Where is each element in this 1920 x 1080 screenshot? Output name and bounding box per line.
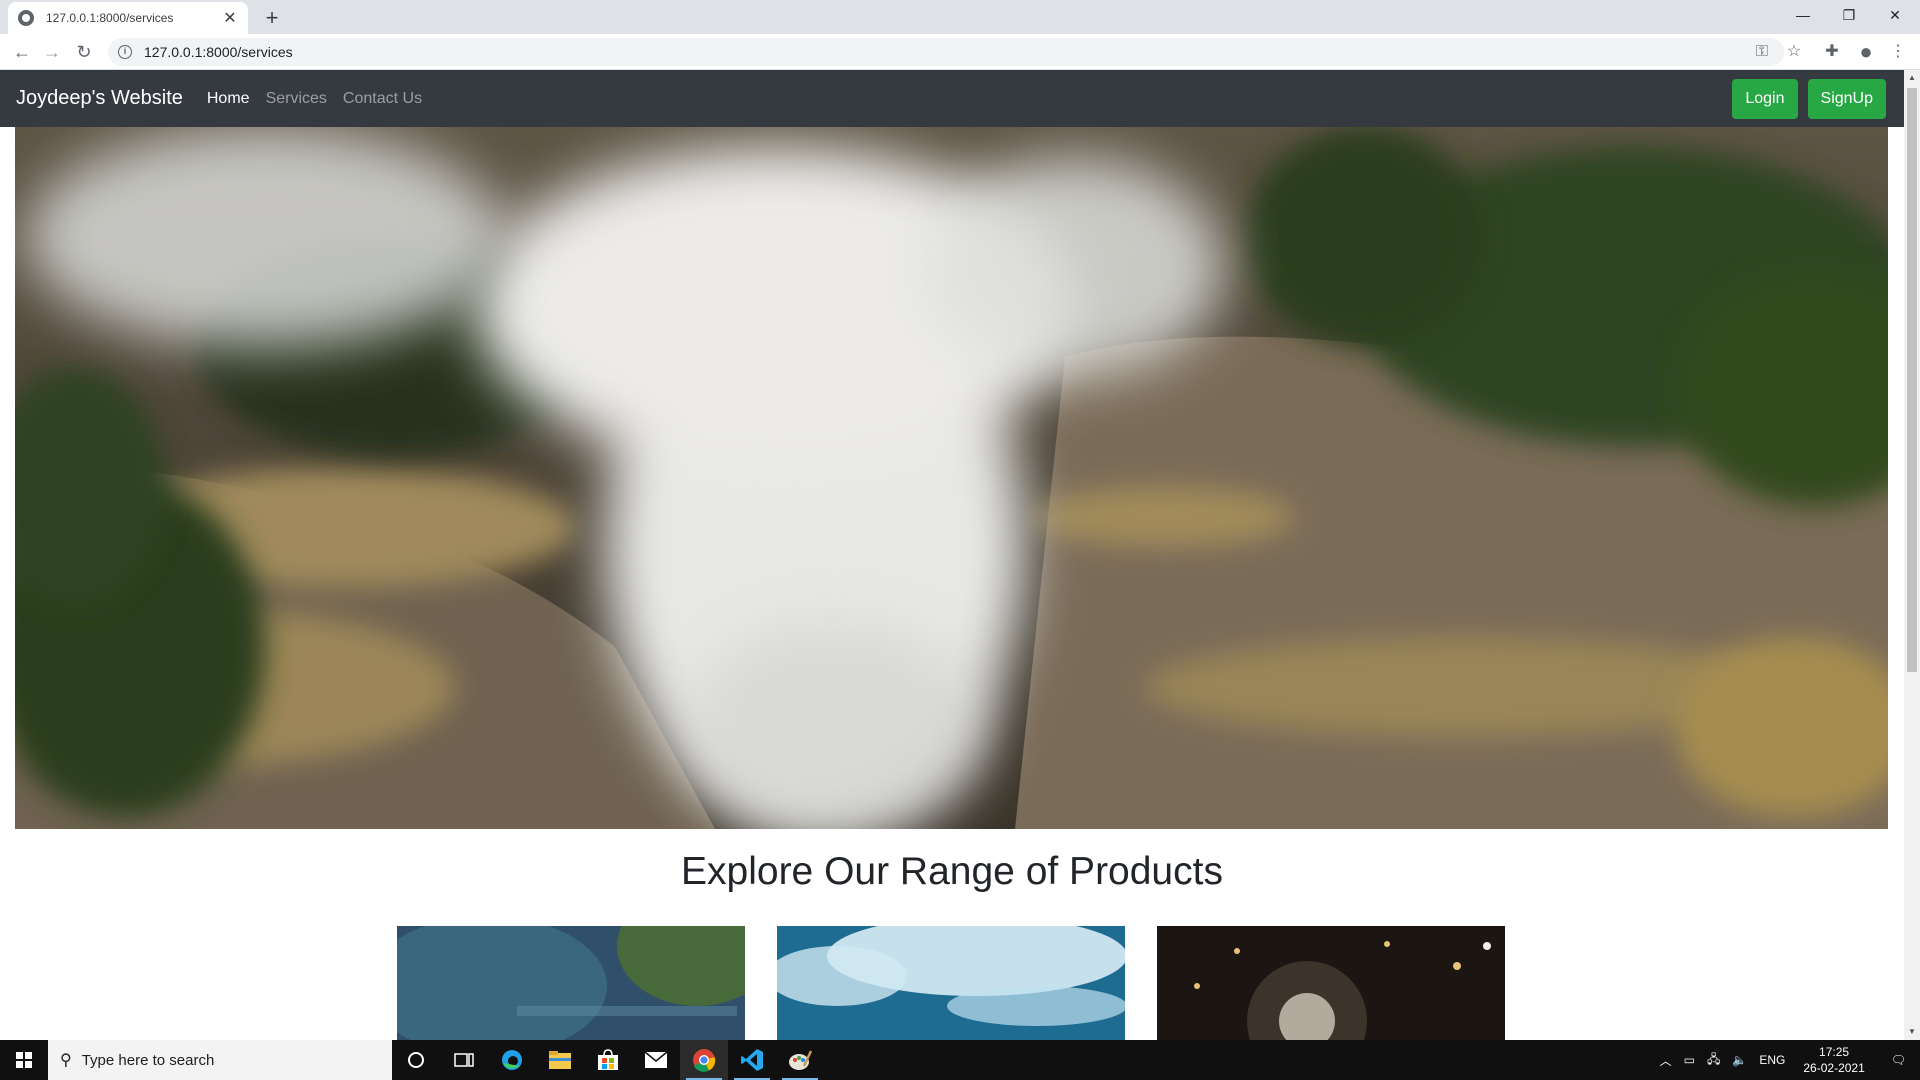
- globe-icon: [18, 10, 34, 26]
- tab-title: 127.0.0.1:8000/services: [46, 11, 174, 25]
- chevron-up-icon[interactable]: ︿: [1654, 1052, 1678, 1069]
- site-brand[interactable]: Joydeep's Website: [16, 87, 183, 110]
- products-heading: Explore Our Range of Products: [681, 850, 1223, 893]
- hero-image: [15, 127, 1888, 829]
- close-tab-icon[interactable]: ✕: [222, 8, 238, 28]
- battery-icon[interactable]: ▭: [1678, 1053, 1701, 1067]
- volume-icon[interactable]: 🔈: [1726, 1053, 1753, 1067]
- network-icon[interactable]: 🖧: [1701, 1050, 1726, 1071]
- start-button[interactable]: [0, 1040, 48, 1080]
- edge-icon[interactable]: [488, 1040, 536, 1080]
- site-navbar: Joydeep's Website Home Services Contact …: [0, 70, 1904, 127]
- address-bar[interactable]: i 127.0.0.1:8000/services: [108, 38, 1784, 66]
- clock-time: 17:25: [1819, 1045, 1850, 1059]
- search-placeholder: Type here to search: [81, 1051, 215, 1069]
- extensions-icon[interactable]: ✚: [1818, 38, 1846, 66]
- scrollbar-thumb[interactable]: [1907, 88, 1917, 672]
- system-tray: ︿ ▭ 🖧 🔈 ENG 17:25 26-02-2021 🗨: [1654, 1040, 1920, 1080]
- chrome-icon[interactable]: [680, 1040, 728, 1080]
- close-window-button[interactable]: ✕: [1872, 0, 1918, 30]
- restore-button[interactable]: ❐: [1826, 0, 1872, 30]
- auth-buttons: Login SignUp: [1732, 79, 1886, 119]
- windows-taskbar: ⚲ Type here to search ︿ ▭ 🖧 🔈 ENG 17:25 …: [0, 1040, 1920, 1080]
- scroll-up-icon[interactable]: ▲: [1904, 70, 1920, 86]
- nav-home[interactable]: Home: [207, 90, 250, 108]
- clock-date: 26-02-2021: [1803, 1061, 1865, 1075]
- profile-icon[interactable]: ●: [1852, 38, 1880, 66]
- back-icon[interactable]: ←: [8, 38, 36, 66]
- taskbar-search[interactable]: ⚲ Type here to search: [48, 1040, 392, 1080]
- task-view-icon[interactable]: [440, 1040, 488, 1080]
- vscode-icon[interactable]: [728, 1040, 776, 1080]
- key-icon[interactable]: ⚿: [1748, 38, 1776, 66]
- product-image-3[interactable]: [1157, 926, 1505, 1040]
- cortana-icon[interactable]: [392, 1040, 440, 1080]
- product-image-1[interactable]: [397, 926, 745, 1040]
- forward-icon[interactable]: →: [38, 38, 66, 66]
- star-icon[interactable]: ☆: [1780, 38, 1808, 66]
- browser-toolbar: ← → ↻ i 127.0.0.1:8000/services ⚿ ☆ ✚ ● …: [0, 34, 1920, 70]
- file-explorer-icon[interactable]: [536, 1040, 584, 1080]
- mail-icon[interactable]: [632, 1040, 680, 1080]
- login-button[interactable]: Login: [1732, 79, 1798, 119]
- signup-button[interactable]: SignUp: [1807, 79, 1886, 119]
- browser-tab[interactable]: 127.0.0.1:8000/services ✕: [8, 2, 248, 34]
- store-icon[interactable]: [584, 1040, 632, 1080]
- paint-icon[interactable]: [776, 1040, 824, 1080]
- reload-icon[interactable]: ↻: [70, 38, 98, 66]
- info-icon[interactable]: i: [118, 45, 132, 59]
- nav-contact-us[interactable]: Contact Us: [343, 90, 422, 108]
- menu-icon[interactable]: ⋮: [1884, 38, 1912, 66]
- address-url[interactable]: 127.0.0.1:8000/services: [144, 44, 293, 60]
- language-indicator[interactable]: ENG: [1753, 1053, 1791, 1067]
- minimize-button[interactable]: —: [1780, 0, 1826, 30]
- website: Joydeep's Website Home Services Contact …: [0, 70, 1904, 1040]
- windows-logo-icon: [16, 1052, 32, 1068]
- clock[interactable]: 17:25 26-02-2021: [1791, 1044, 1876, 1076]
- nav-services[interactable]: Services: [266, 90, 327, 108]
- browser-tabstrip: 127.0.0.1:8000/services ✕ + — ❐ ✕: [0, 0, 1920, 34]
- scroll-down-icon[interactable]: ▼: [1904, 1024, 1920, 1040]
- notification-icon[interactable]: 🗨: [1877, 1053, 1920, 1067]
- search-icon: ⚲: [60, 1052, 72, 1069]
- new-tab-button[interactable]: +: [258, 4, 286, 32]
- page-scrollbar[interactable]: ▲ ▼: [1904, 70, 1920, 1040]
- product-image-2[interactable]: [777, 926, 1125, 1040]
- hero-steam-landscape: [15, 127, 1888, 829]
